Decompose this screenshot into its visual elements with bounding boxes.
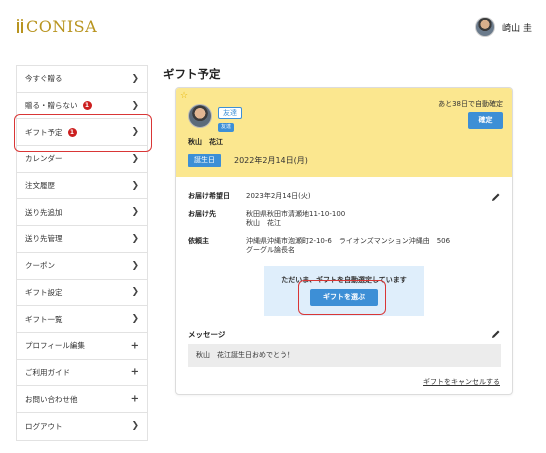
- recipient-avatar: [188, 104, 212, 128]
- sidebar-item-contact[interactable]: お問い合わせ他 +: [17, 386, 147, 413]
- sidebar-item-label: ログアウト: [25, 421, 63, 431]
- sidebar-item-manage-recipients[interactable]: 送り先管理 ❯: [17, 226, 147, 253]
- sidebar-item-order-history[interactable]: 注文履歴 ❯: [17, 173, 147, 200]
- page-title: ギフト予定: [163, 67, 221, 81]
- sidebar-item-label: ギフト設定: [25, 287, 63, 297]
- requester-label: 依頼主: [188, 237, 209, 245]
- chevron-right-icon: ❯: [131, 421, 139, 432]
- sidebar-item-label: ギフト予定: [25, 127, 63, 137]
- sidebar-nav: 今すぐ贈る ❯ 贈る・贈らない 1 ❯ ギフト予定 1 ❯ カレンダー ❯ 注文…: [16, 65, 148, 441]
- plus-icon: +: [130, 393, 139, 405]
- delivery-address-line2: 秋山 花江: [246, 219, 281, 227]
- top-header: CONISA 崎山 圭: [0, 0, 546, 56]
- chevron-right-icon: ❯: [131, 207, 139, 218]
- sidebar-item-label: ギフト一覧: [25, 314, 63, 324]
- sidebar-item-label: プロフィール編集: [25, 341, 85, 351]
- sidebar-item-user-guide[interactable]: ご利用ガイド +: [17, 360, 147, 387]
- auto-select-panel: ただいま、ギフトを自動選定しています ギフトを選ぶ: [264, 266, 424, 316]
- chevron-right-icon: ❯: [131, 153, 139, 164]
- message-text: 秋山 花江誕生日おめでとう！: [188, 344, 501, 367]
- gift-schedule-card: ☆ 友達 友達 秋山 花江 誕生日 2022年2月14日(月) あと38日で自動…: [175, 87, 513, 395]
- chevron-right-icon: ❯: [131, 260, 139, 271]
- user-menu[interactable]: 崎山 圭: [475, 16, 532, 38]
- sidebar-item-gift-list[interactable]: ギフト一覧 ❯: [17, 306, 147, 333]
- sidebar-item-label: 注文履歴: [25, 181, 55, 191]
- user-name: 崎山 圭: [502, 23, 532, 34]
- sidebar-item-label: 贈る・贈らない: [25, 101, 78, 111]
- message-label: メッセージ: [188, 330, 226, 339]
- requester-name: グーグル論長名: [246, 246, 295, 254]
- chevron-right-icon: ❯: [131, 287, 139, 298]
- sidebar-item-label: 送り先追加: [25, 207, 63, 217]
- recipient-name: 秋山 花江: [188, 138, 223, 146]
- relationship-tag: 友達: [218, 107, 242, 119]
- sidebar-item-add-recipient[interactable]: 送り先追加 ❯: [17, 199, 147, 227]
- sidebar-item-label: クーポン: [25, 261, 55, 271]
- user-avatar: [475, 17, 496, 37]
- auto-confirm-countdown: あと38日で自動確定: [438, 100, 503, 108]
- notification-badge: 1: [67, 127, 77, 137]
- cancel-gift-link[interactable]: ギフトをキャンセルする: [423, 377, 500, 387]
- sidebar-item-edit-profile[interactable]: プロフィール編集 +: [17, 333, 147, 360]
- edit-message-pencil-icon[interactable]: [491, 329, 501, 339]
- delivery-date-label: お届け希望日: [188, 192, 230, 200]
- relationship-mini-tag: 友達: [218, 123, 235, 132]
- notification-badge: 1: [82, 101, 92, 111]
- delivery-address-label: お届け先: [188, 210, 216, 218]
- sidebar-item-gift-schedule[interactable]: ギフト予定 1 ❯: [17, 119, 147, 147]
- chevron-right-icon: ❯: [131, 100, 139, 111]
- sidebar-item-coupons[interactable]: クーポン ❯: [17, 253, 147, 280]
- sidebar-item-send-or-not[interactable]: 贈る・贈らない 1 ❯: [17, 93, 147, 120]
- sidebar-item-label: ご利用ガイド: [25, 367, 70, 377]
- auto-select-status: ただいま、ギフトを自動選定しています: [281, 276, 407, 284]
- edit-delivery-pencil-icon[interactable]: [491, 192, 501, 202]
- sidebar-item-label: カレンダー: [25, 154, 63, 164]
- chevron-right-icon: ❯: [131, 314, 139, 325]
- sidebar-item-label: お問い合わせ他: [25, 394, 78, 404]
- occasion-date: 2022年2月14日(月): [234, 156, 308, 165]
- card-header: ☆ 友達 友達 秋山 花江 誕生日 2022年2月14日(月) あと38日で自動…: [176, 88, 512, 177]
- sidebar-item-gift-settings[interactable]: ギフト設定 ❯: [17, 280, 147, 307]
- plus-icon: +: [130, 366, 139, 378]
- confirm-button[interactable]: 確定: [468, 112, 503, 129]
- chevron-right-icon: ❯: [131, 233, 139, 244]
- chevron-right-icon: ❯: [131, 127, 139, 138]
- delivery-date-value: 2023年2月14日(火): [246, 192, 311, 200]
- logo-mark-icon: [17, 19, 23, 33]
- choose-gift-button[interactable]: ギフトを選ぶ: [310, 289, 378, 306]
- sidebar-item-calendar[interactable]: カレンダー ❯: [17, 146, 147, 173]
- conisa-logo[interactable]: CONISA: [17, 17, 97, 36]
- occasion-tag: 誕生日: [188, 154, 221, 167]
- sidebar-item-label: 送り先管理: [25, 234, 63, 244]
- star-icon[interactable]: ☆: [180, 91, 188, 101]
- logo-text: CONISA: [26, 17, 98, 36]
- sidebar-item-label: 今すぐ贈る: [25, 74, 63, 84]
- sidebar-item-send-now[interactable]: 今すぐ贈る ❯: [17, 66, 147, 93]
- chevron-right-icon: ❯: [131, 180, 139, 191]
- chevron-right-icon: ❯: [131, 73, 139, 84]
- sidebar-item-logout[interactable]: ログアウト ❯: [17, 413, 147, 440]
- plus-icon: +: [130, 340, 139, 352]
